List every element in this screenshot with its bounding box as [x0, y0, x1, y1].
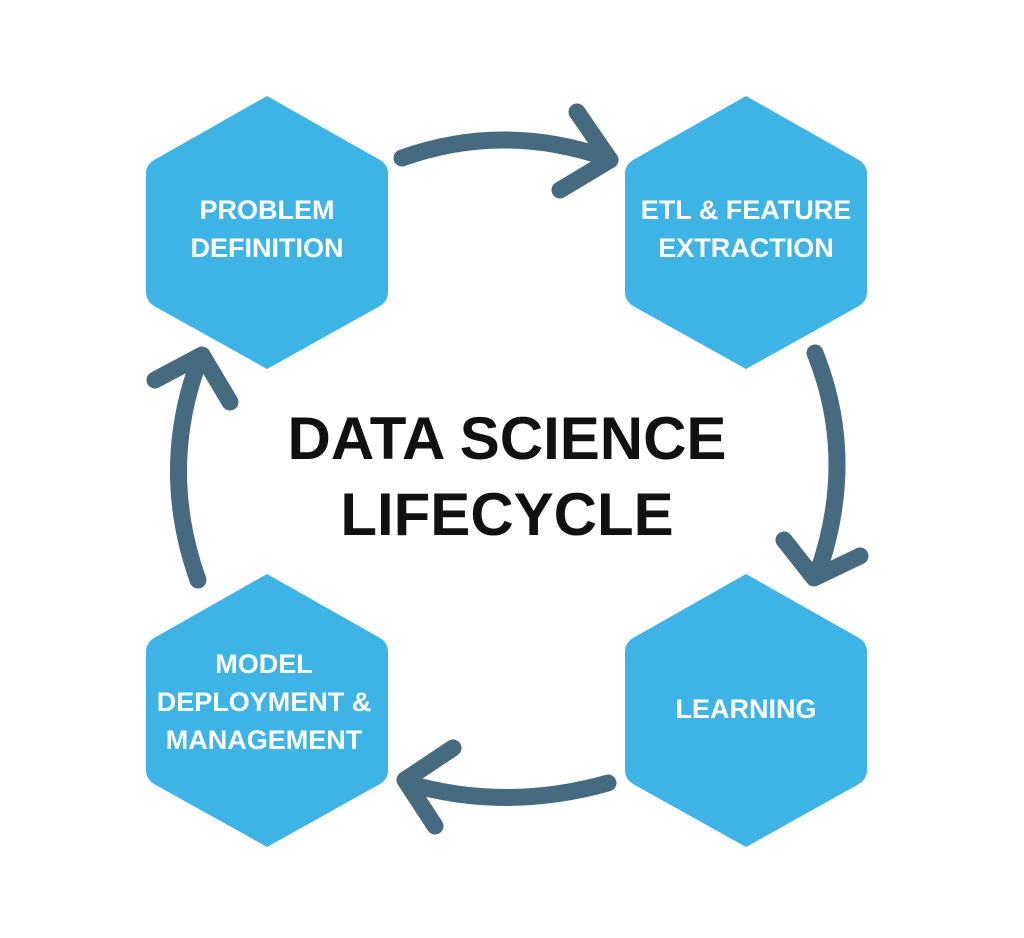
- stage-label-line: DEPLOYMENT &: [157, 687, 372, 717]
- arrow-etl-to-learning: [775, 344, 869, 587]
- stage-label-line: PROBLEM: [200, 195, 335, 225]
- arrow-problem-to-etl: [393, 103, 619, 199]
- stage-label-line: MANAGEMENT: [166, 725, 363, 755]
- stage-label-line: EXTRACTION: [658, 233, 834, 263]
- stage-label-line: MODEL: [215, 649, 313, 679]
- stage-learning: LEARNING: [625, 574, 867, 847]
- stage-label-line: ETL & FEATURE: [641, 195, 852, 225]
- stage-etl-feature-extraction: ETL & FEATURE EXTRACTION: [625, 96, 867, 369]
- title-line: DATA SCIENCE: [288, 405, 727, 472]
- stage-problem-definition: PROBLEM DEFINITION: [146, 96, 388, 369]
- title-line: LIFECYCLE: [340, 481, 673, 548]
- stage-label-line: LEARNING: [676, 694, 817, 724]
- arrow-deployment-to-problem: [146, 346, 239, 589]
- stage-label-line: DEFINITION: [191, 233, 344, 263]
- arrow-learning-to-deployment: [396, 739, 617, 835]
- lifecycle-diagram: PROBLEM DEFINITION ETL & FEATURE EXTRACT…: [146, 96, 869, 847]
- stage-model-deployment-management: MODEL DEPLOYMENT & MANAGEMENT: [146, 574, 388, 847]
- diagram-title: DATA SCIENCE LIFECYCLE: [288, 405, 727, 548]
